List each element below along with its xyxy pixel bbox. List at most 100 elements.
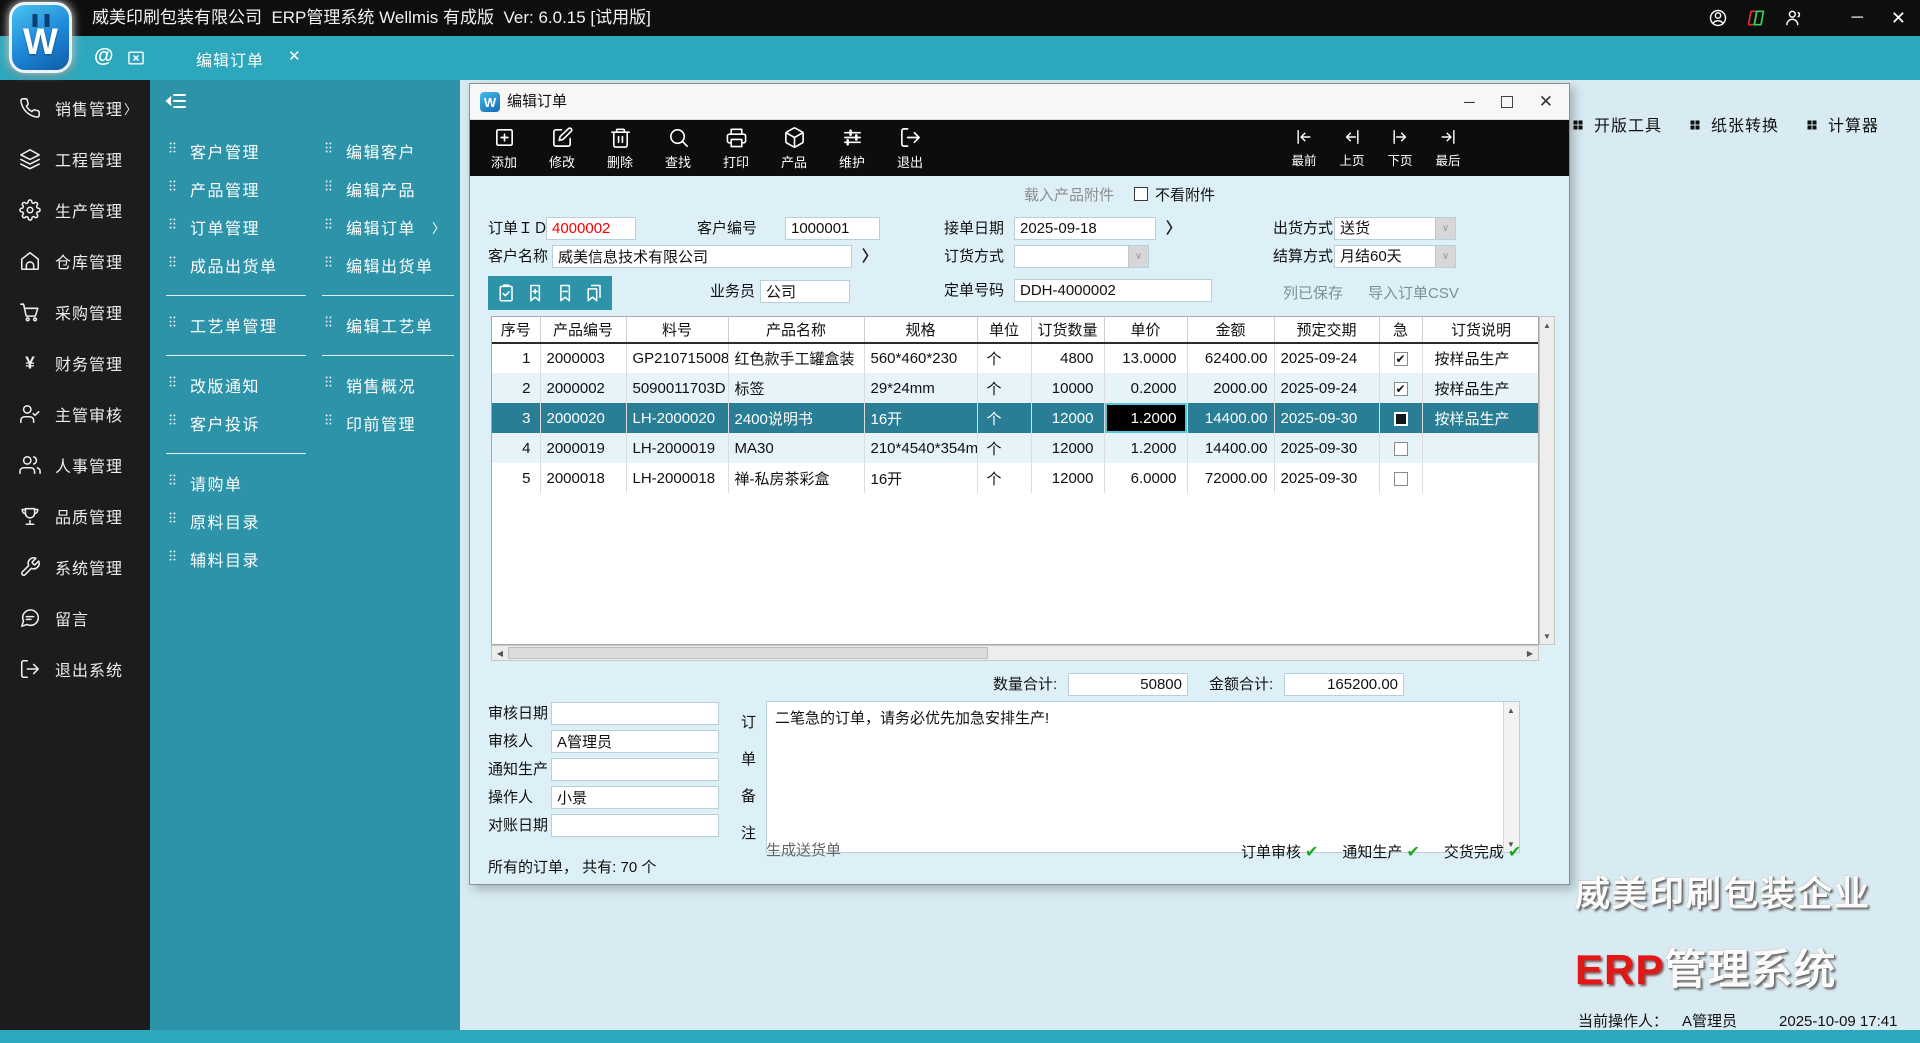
clipboard-check-icon[interactable] [496,283,516,304]
table-cell[interactable]: 1 [492,343,540,373]
tool-link[interactable]: 开版工具 [1572,112,1662,136]
table-cell[interactable]: 2000019 [540,433,626,463]
submenu-item[interactable]: 印前管理 [322,410,416,436]
添加-toolbar-button[interactable]: 添加 [480,124,528,172]
bookmark-copy-icon[interactable] [584,283,604,304]
table-cell[interactable]: 5090011703D [626,373,728,403]
table-cell[interactable]: 0.2000 [1104,373,1187,403]
table-cell[interactable]: 4 [492,433,540,463]
dialog-titlebar[interactable]: W 编辑订单 ─ ✕ [470,84,1569,120]
table-cell[interactable]: 2025-09-30 [1274,433,1379,463]
submenu-item[interactable]: 销售概况 [322,372,416,398]
create-delivery-note-button[interactable]: 生成送货单 [766,839,841,863]
table-cell[interactable]: 2000018 [540,463,626,493]
table-cell[interactable]: 个 [977,403,1031,433]
table-cell[interactable]: 12000 [1031,403,1104,433]
tool-link[interactable]: 纸张转换 [1689,112,1779,136]
submenu-item[interactable]: 工艺单管理 [166,312,278,338]
bookmark-add-icon[interactable] [525,283,545,304]
remark-scrollbar[interactable]: ▲ ▼ [1503,702,1519,852]
review-field-input[interactable] [551,758,719,781]
column-header[interactable]: 序号 [492,317,540,343]
urgent-checkbox[interactable] [1394,442,1408,456]
table-cell[interactable]: 4800 [1031,343,1104,373]
table-cell[interactable]: LH-2000019 [626,433,728,463]
vertical-scrollbar[interactable]: ▲ ▼ [1539,316,1555,645]
table-cell[interactable]: 2025-09-30 [1274,403,1379,433]
salesman-input[interactable] [760,280,850,303]
table-cell[interactable]: 2000003 [540,343,626,373]
column-header[interactable]: 产品名称 [728,317,864,343]
submenu-item[interactable]: 客户管理 [166,138,260,164]
table-cell[interactable]: 红色款手工罐盒装 [728,343,864,373]
status-check[interactable]: 交货完成✔ [1444,841,1521,862]
column-header[interactable]: 料号 [626,317,728,343]
submenu-item[interactable]: 产品管理 [166,176,260,202]
amount-total-input[interactable] [1284,673,1404,696]
submenu-item[interactable]: 编辑客户 [322,138,416,164]
horizontal-scrollbar[interactable]: ◀ ▶ [491,645,1539,661]
table-cell[interactable]: 13.0000 [1104,343,1187,373]
table-cell[interactable]: 12000 [1031,463,1104,493]
table-cell[interactable]: 个 [977,433,1031,463]
sidebar-item[interactable]: ¥财务管理 [0,350,150,376]
scroll-left-icon[interactable]: ◀ [493,646,507,660]
table-cell[interactable]: 14400.00 [1187,403,1274,433]
order-remark-textarea[interactable]: 二笔急的订单，请务必优先加急安排生产! ▲ ▼ [766,701,1520,853]
close-window-icon[interactable] [126,48,146,68]
column-header[interactable]: 急 [1379,317,1422,343]
产品-toolbar-button[interactable]: 产品 [770,124,818,172]
close-button[interactable]: ✕ [1891,8,1906,29]
table-cell[interactable]: 按样品生产 [1422,373,1539,403]
sidebar-item[interactable]: 仓库管理 [0,248,150,274]
table-cell[interactable]: 16开 [864,463,977,493]
table-cell[interactable]: 标签 [728,373,864,403]
table-cell[interactable]: ✔ [1379,373,1422,403]
user-account-icon[interactable] [1708,8,1728,28]
nav-button[interactable]: 上页 [1335,124,1369,172]
person-icon[interactable] [1784,8,1804,28]
column-header[interactable]: 订货数量 [1031,317,1104,343]
dialog-minimize-button[interactable]: ─ [1464,94,1475,111]
nav-button[interactable]: 最前 [1287,124,1321,172]
table-cell[interactable]: MA30 [728,433,864,463]
table-cell[interactable] [1379,433,1422,463]
scroll-right-icon[interactable]: ▶ [1523,646,1537,660]
sidebar-item[interactable]: 留言 [0,605,150,631]
customer-name-input[interactable] [552,245,852,268]
sidebar-item[interactable]: 采购管理 [0,299,150,325]
scrollbar-thumb[interactable] [508,647,988,659]
sidebar-item[interactable]: 主管审核 [0,401,150,427]
sidebar-item[interactable]: 生产管理 [0,197,150,223]
table-row[interactable]: 42000019LH-2000019MA30210*4540*354mm个120… [492,433,1539,463]
table-cell[interactable]: 个 [977,463,1031,493]
column-header[interactable]: 预定交期 [1274,317,1379,343]
table-cell[interactable]: ✔ [1379,343,1422,373]
table-cell[interactable]: LH-2000020 [626,403,728,433]
status-check[interactable]: 通知生产✔ [1342,841,1419,862]
chevron-down-icon[interactable]: ∨ [1128,246,1148,267]
urgent-checkbox[interactable] [1394,472,1408,486]
nav-button[interactable]: 下页 [1383,124,1417,172]
sidebar-item[interactable]: 工程管理 [0,146,150,172]
order-date-expand-button[interactable]: 〉 [1166,217,1181,241]
table-row[interactable]: 220000025090011703D标签29*24mm个100000.2000… [492,373,1539,403]
tab-edit-order[interactable]: 编辑订单 [196,47,264,71]
submenu-item[interactable]: 订单管理 [166,214,260,240]
table-cell[interactable]: LH-2000018 [626,463,728,493]
urgent-checkbox[interactable] [1394,412,1408,426]
bookmark-remove-icon[interactable] [555,283,575,304]
table-cell[interactable]: 2025-09-30 [1274,463,1379,493]
submenu-item[interactable]: 编辑产品 [322,176,416,202]
color-layers-icon[interactable] [1746,8,1766,28]
chevron-down-icon[interactable]: ∨ [1435,246,1455,267]
urgent-checkbox[interactable]: ✔ [1394,382,1408,396]
table-cell[interactable]: 10000 [1031,373,1104,403]
column-header[interactable]: 规格 [864,317,977,343]
table-cell[interactable]: 按样品生产 [1422,343,1539,373]
load-attachment-link[interactable]: 载入产品附件 [1024,184,1114,208]
column-header[interactable]: 订货说明 [1422,317,1539,343]
table-cell[interactable]: 29*24mm [864,373,977,403]
customer-no-input[interactable] [785,217,880,240]
minimize-button[interactable]: ─ [1852,9,1863,27]
